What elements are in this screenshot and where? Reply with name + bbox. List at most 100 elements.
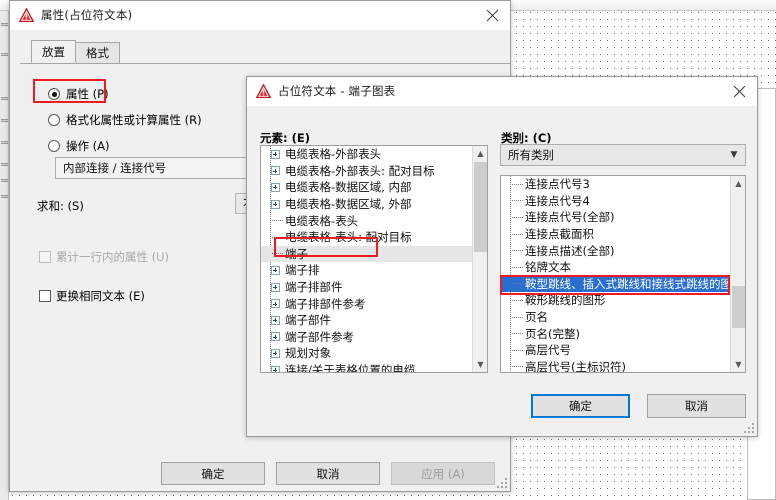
resize-grip[interactable] xyxy=(497,478,508,489)
warning-triangle-icon xyxy=(19,8,34,22)
placeholder-text-dialog: 占位符文本 - 端子图表 元素: (E) 类别: (C) 所有类别 ▼ 电缆表格… xyxy=(246,76,758,437)
expand-plus-icon[interactable] xyxy=(265,332,285,342)
expand-plus-icon[interactable] xyxy=(265,348,285,358)
tree-item-label: 电缆表格-表头 xyxy=(285,213,359,228)
properties-tabstrip: 放置 格式 xyxy=(31,40,120,63)
tree-item[interactable]: 电缆表格-表头 xyxy=(261,212,472,229)
tree-item[interactable]: 端子排 xyxy=(261,262,472,279)
category-list-items: 连接点代号3 连接点代号4 连接点代号(全部) 连接点截面积 连接点描述(全部) 铭牌文本… xyxy=(501,176,730,372)
tree-item[interactable]: 电缆表格-表头: 配对目标 xyxy=(261,229,472,246)
tree-item[interactable]: 电缆表格-外部表头: 配对目标 xyxy=(261,163,472,180)
tab-format-label: 格式 xyxy=(86,46,109,60)
list-item[interactable]: 页名 xyxy=(501,309,730,326)
placeholder-dialog-close-button[interactable] xyxy=(721,77,757,105)
tree-item[interactable]: 端子部件 xyxy=(261,312,472,329)
list-item[interactable]: 连接点代号4 xyxy=(501,193,730,210)
tree-item[interactable]: 电缆表格-外部表头 xyxy=(261,146,472,163)
tree-connector-icon xyxy=(505,283,525,285)
properties-apply-label: 应用 (A) xyxy=(421,466,465,481)
tab-format[interactable]: 格式 xyxy=(75,42,120,63)
expand-plus-icon[interactable] xyxy=(265,166,285,176)
tree-item[interactable]: 规划对象 xyxy=(261,345,472,362)
properties-ok-label: 确定 xyxy=(201,466,225,481)
tree-item[interactable]: 电缆表格-数据区域, 内部 xyxy=(261,179,472,196)
checkbox-replace-same-text-row[interactable]: 更换相同文本 (E) xyxy=(39,288,145,304)
radio-formatted-attribute[interactable]: 格式化属性或计算属性 (R) xyxy=(48,112,202,128)
elements-tree-scrollbar[interactable]: ▲ ▼ xyxy=(472,146,487,372)
elements-tree-listbox[interactable]: 电缆表格-外部表头 电缆表格-外部表头: 配对目标 电缆表格-数据区域, 内部 电缆表… xyxy=(260,145,488,373)
checkbox-accumulate-row[interactable]: 累计一行内的属性 (U) xyxy=(39,249,169,265)
tree-item[interactable]: 端子排部件参考 xyxy=(261,295,472,312)
placeholder-cancel-button[interactable]: 取消 xyxy=(647,394,746,418)
plus-box-icon xyxy=(270,166,280,176)
tree-connector-icon xyxy=(505,200,525,202)
tab-placement[interactable]: 放置 xyxy=(31,40,76,63)
placeholder-dialog-titlebar[interactable]: 占位符文本 - 端子图表 xyxy=(247,77,757,106)
tree-connector-icon xyxy=(505,349,525,351)
properties-apply-button: 应用 (A) xyxy=(391,462,495,485)
tree-item-label: 连接/关于表格位置的电缆 xyxy=(285,363,416,372)
tree-item[interactable]: 连接/关于表格位置的电缆 xyxy=(261,362,472,372)
tree-item[interactable]: 电缆表格-数据区域, 外部 xyxy=(261,196,472,213)
tree-item-label: 电缆表格-数据区域, 内部 xyxy=(285,180,412,195)
list-item[interactable]: 高层代号 xyxy=(501,342,730,359)
scroll-up-arrow[interactable]: ▲ xyxy=(731,176,745,191)
list-item[interactable]: 连接点描述(全部) xyxy=(501,242,730,259)
list-item[interactable]: 高层代号(主标识符) xyxy=(501,359,730,372)
list-item-label: 鞍形跳线的图形 xyxy=(525,293,606,308)
tab-panel-divider xyxy=(20,63,510,64)
tree-item-label: 规划对象 xyxy=(285,346,331,361)
list-item[interactable]: 鞍形跳线的图形 xyxy=(501,292,730,309)
category-combo-value: 所有类别 xyxy=(508,148,554,162)
resize-grip[interactable] xyxy=(744,423,755,434)
expand-plus-icon[interactable] xyxy=(265,299,285,309)
plus-box-icon xyxy=(270,299,280,309)
close-icon xyxy=(486,9,498,21)
expand-plus-icon[interactable] xyxy=(265,182,285,192)
tree-item[interactable]: 端子排部件 xyxy=(261,279,472,296)
radio-attribute[interactable]: 属性 (P) xyxy=(48,86,109,102)
radio-operation-indicator xyxy=(48,140,60,152)
scroll-up-arrow[interactable]: ▲ xyxy=(473,146,487,161)
scroll-thumb[interactable] xyxy=(732,286,745,328)
scroll-thumb[interactable] xyxy=(474,162,487,252)
scroll-down-arrow[interactable]: ▼ xyxy=(731,357,745,372)
list-item[interactable]: 连接点截面积 xyxy=(501,226,730,243)
tree-item-label: 端子 xyxy=(285,246,308,261)
plus-box-icon xyxy=(270,199,280,209)
category-list-scrollbar[interactable]: ▲ ▼ xyxy=(730,176,745,372)
cad-left-ruler-strip xyxy=(0,11,9,500)
plus-box-icon xyxy=(270,332,280,342)
tree-connector-icon xyxy=(265,236,285,238)
expand-plus-icon[interactable] xyxy=(265,365,285,372)
tree-item[interactable]: 端子部件参考 xyxy=(261,329,472,346)
list-item[interactable]: 鞍型跳线、插入式跳线和接线式跳线的图形 xyxy=(501,275,730,293)
tree-item[interactable]: 端子 xyxy=(261,245,472,263)
tree-connector-icon xyxy=(265,220,285,222)
tree-item-label: 电缆表格-表头: 配对目标 xyxy=(285,230,412,245)
list-item-label: 铭牌文本 xyxy=(525,260,571,275)
list-item[interactable]: 铭牌文本 xyxy=(501,259,730,276)
expand-plus-icon[interactable] xyxy=(265,282,285,292)
properties-cancel-button[interactable]: 取消 xyxy=(276,462,380,485)
list-item[interactable]: 连接点代号(全部) xyxy=(501,209,730,226)
scroll-down-arrow[interactable]: ▼ xyxy=(473,357,487,372)
radio-operation[interactable]: 操作 (A) xyxy=(48,138,110,154)
category-combo[interactable]: 所有类别 ▼ xyxy=(500,144,746,166)
list-item[interactable]: 页名(完整) xyxy=(501,325,730,342)
properties-ok-button[interactable]: 确定 xyxy=(161,462,265,485)
properties-dialog-close-button[interactable] xyxy=(474,1,510,29)
tree-item-label: 电缆表格-外部表头: 配对目标 xyxy=(285,163,435,178)
tree-item-label: 端子排部件参考 xyxy=(285,296,366,311)
placeholder-dialog-title: 占位符文本 - 端子图表 xyxy=(278,84,396,98)
expand-plus-icon[interactable] xyxy=(265,315,285,325)
list-item-label: 鞍型跳线、插入式跳线和接线式跳线的图形 xyxy=(525,276,730,291)
expand-plus-icon[interactable] xyxy=(265,199,285,209)
properties-dialog-titlebar[interactable]: 属性(占位符文本) xyxy=(10,1,510,30)
expand-plus-icon[interactable] xyxy=(265,149,285,159)
placeholder-ok-button[interactable]: 确定 xyxy=(531,394,630,418)
expand-plus-icon[interactable] xyxy=(265,265,285,275)
list-item[interactable]: 连接点代号3 xyxy=(501,176,730,193)
category-listbox[interactable]: 连接点代号3 连接点代号4 连接点代号(全部) 连接点截面积 连接点描述(全部) 铭牌文本… xyxy=(500,175,746,373)
list-item-label: 连接点代号(全部) xyxy=(525,210,615,225)
